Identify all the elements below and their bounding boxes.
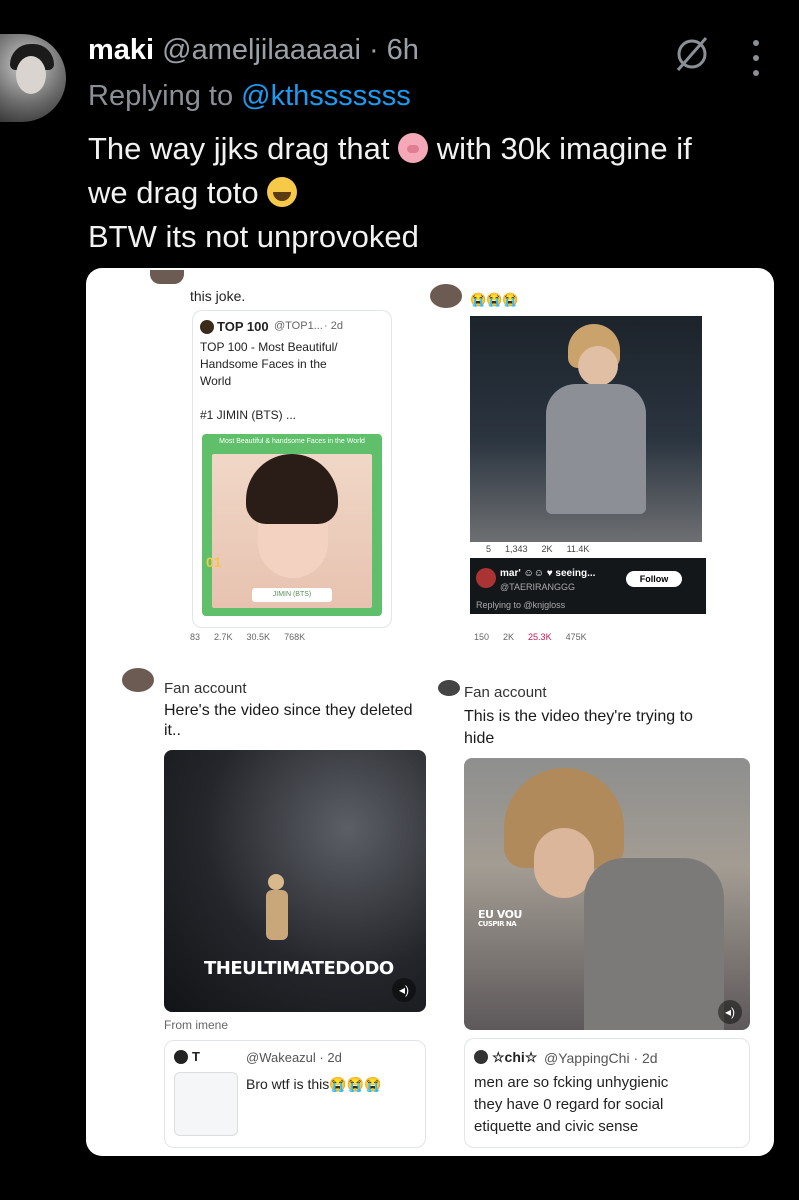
retweet-count-2[interactable]: 2K <box>503 632 514 642</box>
quote-name: TOP 100 <box>217 319 269 334</box>
concert-video[interactable] <box>470 316 702 542</box>
performer-face <box>578 346 618 386</box>
reply-user-handle: @TAERIRANGGG <box>500 582 575 592</box>
quote-handle-left: @Wakeazul · 2d <box>246 1050 342 1065</box>
quote-text-1: TOP 100 - Most Beautiful/ <box>200 340 338 354</box>
avatar[interactable] <box>0 34 66 122</box>
quote-handle-right: @YappingChi · 2d <box>544 1050 658 1066</box>
quote-text-2: Handsome Faces in the <box>200 357 327 371</box>
performer-hoodie <box>546 384 646 514</box>
stage-performer-head <box>268 874 284 890</box>
more-vertical-icon[interactable] <box>744 40 768 76</box>
tweet-line-3: BTW its not unprovoked <box>88 219 419 254</box>
replying-prefix: Replying to <box>88 80 242 112</box>
tweet-line-1b: with 30k imagine if <box>428 131 692 166</box>
wakeazul-avatar <box>174 1050 188 1064</box>
stage-performer-body <box>266 890 288 940</box>
post-text-right-1: This is the video they're trying to <box>464 708 693 725</box>
cut-avatar <box>150 270 184 284</box>
quote-thumbnail <box>174 1072 238 1136</box>
screenshot-top-right: 😭😭😭 5 1,343 2K 11.4K mar' ☺☺ ♥ seeing...… <box>430 268 774 648</box>
timestamp[interactable]: 6h <box>387 34 419 66</box>
replying-to-link[interactable]: @kthsssssss <box>241 80 411 112</box>
fan-account-label-left: Fan account <box>164 680 247 697</box>
grok-slash-icon[interactable] <box>672 34 712 74</box>
follow-button[interactable]: Follow <box>626 571 682 587</box>
tweet-line-1: The way jjks drag that with 30k imagine … <box>88 127 778 171</box>
screenshot-top-left: this joke. TOP 100 @TOP1... · 2d TOP 100… <box>86 268 430 648</box>
video-like-count[interactable]: 2K <box>542 544 553 554</box>
replying-to: Replying to @kthsssssss <box>88 80 411 113</box>
quote-text-left: Bro wtf is this😭😭😭 <box>246 1076 382 1092</box>
avatar-face <box>16 56 46 94</box>
handle-text[interactable]: @ameljilaaaaai <box>162 34 361 66</box>
quote-text-4: #1 JIMIN (BTS) ... <box>200 408 297 422</box>
quote-name-left: T <box>192 1049 200 1064</box>
like-count[interactable]: 30.5K <box>247 632 271 642</box>
quote-text-right-3: etiquette and civic sense <box>474 1118 639 1135</box>
video-view-count[interactable]: 11.4K <box>567 544 590 554</box>
fan-account-label-right: Fan account <box>464 684 547 701</box>
post-text-right-2: hide <box>464 730 495 747</box>
separator: · <box>360 34 387 66</box>
media-image[interactable]: this joke. TOP 100 @TOP1... · 2d TOP 100… <box>86 268 774 1156</box>
video-retweet-count[interactable]: 1,343 <box>505 544 528 554</box>
screenshot-bottom-right: Fan account This is the video they're tr… <box>430 660 774 1156</box>
retweet-count[interactable]: 2.7K <box>214 632 233 642</box>
tweet-line-2: we drag toto <box>88 171 778 215</box>
video-watermark: THEULTIMATEDODO <box>204 958 394 979</box>
post-text-left-1: Here's the video since they deleted <box>164 702 413 719</box>
reply-avatar <box>430 284 462 308</box>
view-count-2[interactable]: 475K <box>566 632 587 642</box>
quote-text-right-1: men are so fcking unhygienic <box>474 1074 669 1091</box>
reply-count[interactable]: 83 <box>190 632 200 642</box>
reply-count-2[interactable]: 150 <box>474 632 489 642</box>
frame-caption: Most Beautiful & handsome Faces in the W… <box>219 438 365 445</box>
user-handle: @ameljilaaaaai · 6h <box>162 34 419 66</box>
like-count-2[interactable]: 25.3K <box>528 632 552 642</box>
deleted-video[interactable]: THEULTIMATEDODO ◂) <box>164 750 426 1012</box>
top100-avatar <box>200 320 214 334</box>
emoji-row: 😭😭😭 <box>470 292 519 307</box>
speaker-icon[interactable]: ◂) <box>392 978 416 1002</box>
portrait: JIMIN (BTS) <box>212 454 372 608</box>
replying-to-small: Replying to @knjgloss <box>476 600 566 610</box>
reply-stats: 150 2K 25.3K 475K <box>474 632 587 642</box>
quote-handle: @TOP1... <box>274 320 323 332</box>
loudly-crying-emoji <box>267 177 298 207</box>
video-overlay-2: CUSPIR NA <box>478 920 517 928</box>
view-count[interactable]: 768K <box>284 632 305 642</box>
video-stats: 5 1,343 2K 11.4K <box>486 544 589 554</box>
tweet-line-2-text: we drag toto <box>88 175 268 210</box>
screenshot-bottom-left: Fan account Here's the video since they … <box>86 660 430 1156</box>
reply-user-name[interactable]: mar' ☺☺ ♥ seeing... <box>500 568 595 579</box>
reply-user-avatar <box>476 568 496 588</box>
tweet-text: The way jjks drag that with 30k imagine … <box>88 127 778 259</box>
fan-avatar-right <box>438 680 460 696</box>
speaker-icon-2[interactable]: ◂) <box>718 1000 742 1024</box>
hidden-video[interactable]: EU VOU CUSPIR NA ◂) <box>464 758 750 1030</box>
quote-time: · 2d <box>324 320 343 332</box>
pig-face-emoji <box>398 133 429 163</box>
from-label: From imene <box>164 1018 229 1032</box>
quote-name-right: ☆chi☆ <box>492 1049 538 1065</box>
portrait-label: JIMIN (BTS) <box>252 588 332 602</box>
chi-avatar <box>474 1050 488 1064</box>
portrait-hair <box>246 454 338 524</box>
quote-text-3: World <box>200 374 232 388</box>
post-text-left-2: it.. <box>164 722 181 739</box>
video-reply-count[interactable]: 5 <box>486 544 491 554</box>
performer-shirt-2 <box>584 858 724 1030</box>
rank-number: 01 <box>206 554 222 570</box>
tweet-line-1a: The way jjks drag that <box>88 131 399 166</box>
display-name[interactable]: maki <box>88 34 154 66</box>
quote-stats: 83 2.7K 30.5K 768K <box>190 632 305 642</box>
caption-top: this joke. <box>190 288 246 304</box>
quote-text-right-2: they have 0 regard for social <box>474 1096 664 1113</box>
tweet-header: maki @ameljilaaaaai · 6h <box>88 34 419 67</box>
beauty-ranking-image: Most Beautiful & handsome Faces in the W… <box>202 434 382 616</box>
fan-avatar-left <box>122 668 154 692</box>
